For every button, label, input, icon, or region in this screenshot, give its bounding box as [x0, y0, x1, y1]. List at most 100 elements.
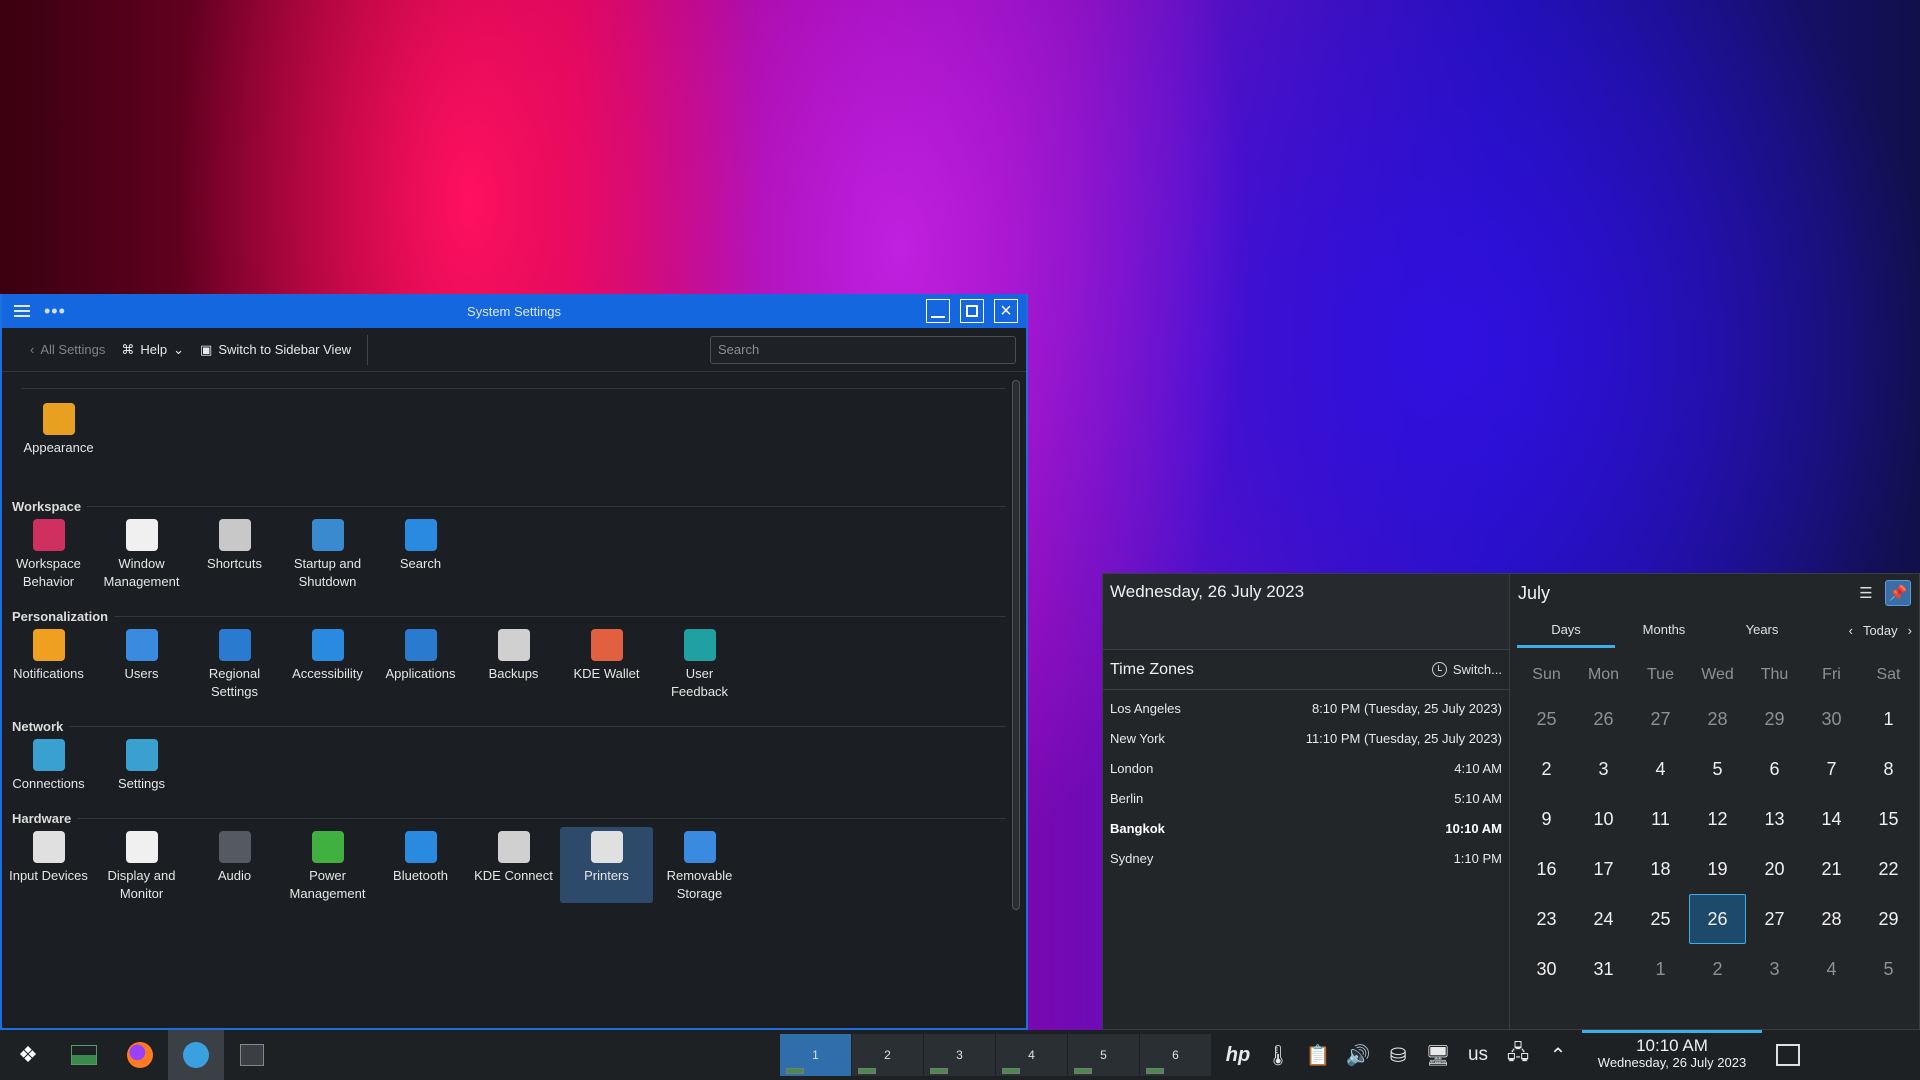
switch-timezone-button[interactable]: Switch...	[1431, 662, 1502, 677]
settings-item-search[interactable]: Search	[374, 515, 467, 591]
scrollbar[interactable]	[1012, 380, 1020, 910]
usb-drive-icon[interactable]: ⛁	[1384, 1041, 1412, 1069]
titlebar[interactable]: ••• System Settings ×	[2, 294, 1026, 328]
volume-icon[interactable]: 🔊	[1344, 1041, 1372, 1069]
settings-item-kde-wallet[interactable]: KDE Wallet	[560, 625, 653, 701]
calendar-day[interactable]: 7	[1803, 744, 1860, 794]
calendar-day[interactable]: 26	[1575, 694, 1632, 744]
calendar-day[interactable]: 27	[1632, 694, 1689, 744]
configure-button[interactable]: ☰	[1853, 580, 1879, 606]
calendar-day[interactable]: 28	[1689, 694, 1746, 744]
settings-item-connections[interactable]: Connections	[2, 735, 95, 793]
today-button[interactable]: Today	[1863, 623, 1898, 638]
calendar-day[interactable]: 22	[1860, 844, 1917, 894]
calendar-day[interactable]: 2	[1518, 744, 1575, 794]
next-month-button[interactable]: ›	[1908, 623, 1912, 638]
tab-years[interactable]: Years	[1713, 612, 1811, 648]
virtual-desktop-1[interactable]: 1	[780, 1034, 852, 1076]
settings-item-user-feedback[interactable]: User Feedback	[653, 625, 746, 701]
calendar-day[interactable]: 27	[1746, 894, 1803, 944]
task-discover[interactable]	[168, 1030, 224, 1080]
settings-item-kde-connect[interactable]: KDE Connect	[467, 827, 560, 903]
settings-item-workspace-behavior[interactable]: Workspace Behavior	[2, 515, 95, 591]
search-box[interactable]	[710, 335, 1016, 364]
virtual-desktop-4[interactable]: 4	[996, 1034, 1068, 1076]
settings-item-audio[interactable]: Audio	[188, 827, 281, 903]
calendar-day[interactable]: 25	[1632, 894, 1689, 944]
pin-button[interactable]: 📌	[1885, 580, 1911, 606]
calendar-day[interactable]: 19	[1689, 844, 1746, 894]
calendar-day[interactable]: 4	[1803, 944, 1860, 994]
search-input[interactable]	[718, 342, 1008, 357]
calendar-day[interactable]: 3	[1746, 944, 1803, 994]
clipboard-icon[interactable]: 📋	[1304, 1041, 1332, 1069]
settings-item-notifications[interactable]: Notifications	[2, 625, 95, 701]
settings-item-shortcuts[interactable]: Shortcuts	[188, 515, 281, 591]
settings-item-backups[interactable]: Backups	[467, 625, 560, 701]
calendar-day[interactable]: 14	[1803, 794, 1860, 844]
virtual-desktop-3[interactable]: 3	[924, 1034, 996, 1076]
calendar-day[interactable]: 29	[1746, 694, 1803, 744]
settings-item-window-management[interactable]: Window Management	[95, 515, 188, 591]
calendar-day[interactable]: 5	[1860, 944, 1917, 994]
calendar-day[interactable]: 6	[1746, 744, 1803, 794]
window-menu-icon[interactable]	[14, 305, 30, 317]
tab-days[interactable]: Days	[1517, 612, 1615, 648]
show-desktop-button[interactable]	[1776, 1044, 1800, 1066]
calendar-day[interactable]: 24	[1575, 894, 1632, 944]
task-firefox[interactable]	[112, 1030, 168, 1080]
calendar-day[interactable]: 30	[1803, 694, 1860, 744]
settings-item-startup-and-shutdown[interactable]: Startup and Shutdown	[281, 515, 374, 591]
digital-clock[interactable]: 10:10 AM Wednesday, 26 July 2023	[1582, 1030, 1762, 1080]
application-launcher-button[interactable]: ❖	[0, 1030, 56, 1080]
calendar-day[interactable]: 31	[1575, 944, 1632, 994]
virtual-desktop-2[interactable]: 2	[852, 1034, 924, 1076]
calendar-day[interactable]: 17	[1575, 844, 1632, 894]
calendar-day-today[interactable]: 26	[1689, 894, 1746, 944]
calendar-day[interactable]: 23	[1518, 894, 1575, 944]
settings-item-bluetooth[interactable]: Bluetooth	[374, 827, 467, 903]
tray-expand-icon[interactable]: ⌃	[1544, 1041, 1572, 1069]
calendar-day[interactable]: 11	[1632, 794, 1689, 844]
switch-view-button[interactable]: ▣ Switch to Sidebar View	[192, 335, 359, 365]
close-button[interactable]: ×	[994, 299, 1018, 323]
calendar-day[interactable]: 12	[1689, 794, 1746, 844]
calendar-day[interactable]: 18	[1632, 844, 1689, 894]
more-icon[interactable]: •••	[44, 302, 66, 320]
settings-item-applications[interactable]: Applications	[374, 625, 467, 701]
calendar-day[interactable]: 1	[1632, 944, 1689, 994]
settings-item-printers[interactable]: Printers	[560, 827, 653, 903]
tab-months[interactable]: Months	[1615, 612, 1713, 648]
calendar-day[interactable]: 10	[1575, 794, 1632, 844]
calendar-day[interactable]: 30	[1518, 944, 1575, 994]
settings-item-appearance[interactable]: Appearance	[12, 399, 105, 457]
calendar-day[interactable]: 2	[1689, 944, 1746, 994]
calendar-day[interactable]: 9	[1518, 794, 1575, 844]
settings-item-settings[interactable]: Settings	[95, 735, 188, 793]
calendar-day[interactable]: 25	[1518, 694, 1575, 744]
settings-item-display-and-monitor[interactable]: Display and Monitor	[95, 827, 188, 903]
task-system-settings[interactable]	[224, 1030, 280, 1080]
settings-item-removable-storage[interactable]: Removable Storage	[653, 827, 746, 903]
keyboard-layout[interactable]: us	[1464, 1041, 1492, 1069]
maximize-button[interactable]	[960, 299, 984, 323]
minimize-button[interactable]	[926, 299, 950, 323]
temperature-icon[interactable]: 🌡	[1264, 1041, 1292, 1069]
calendar-day[interactable]: 21	[1803, 844, 1860, 894]
calendar-day[interactable]: 5	[1689, 744, 1746, 794]
calendar-day[interactable]: 1	[1860, 694, 1917, 744]
calendar-day[interactable]: 3	[1575, 744, 1632, 794]
previous-month-button[interactable]: ‹	[1849, 623, 1853, 638]
network-icon[interactable]: 🖧	[1504, 1041, 1532, 1069]
settings-item-regional-settings[interactable]: Regional Settings	[188, 625, 281, 701]
calendar-day[interactable]: 15	[1860, 794, 1917, 844]
settings-item-users[interactable]: Users	[95, 625, 188, 701]
all-settings-button[interactable]: ‹ All Settings	[22, 335, 113, 365]
hp-icon[interactable]: hp	[1224, 1041, 1252, 1069]
settings-item-power-management[interactable]: Power Management	[281, 827, 374, 903]
calendar-day[interactable]: 8	[1860, 744, 1917, 794]
calendar-day[interactable]: 13	[1746, 794, 1803, 844]
calendar-day[interactable]: 28	[1803, 894, 1860, 944]
task-system-monitor[interactable]	[56, 1030, 112, 1080]
settings-item-input-devices[interactable]: Input Devices	[2, 827, 95, 903]
